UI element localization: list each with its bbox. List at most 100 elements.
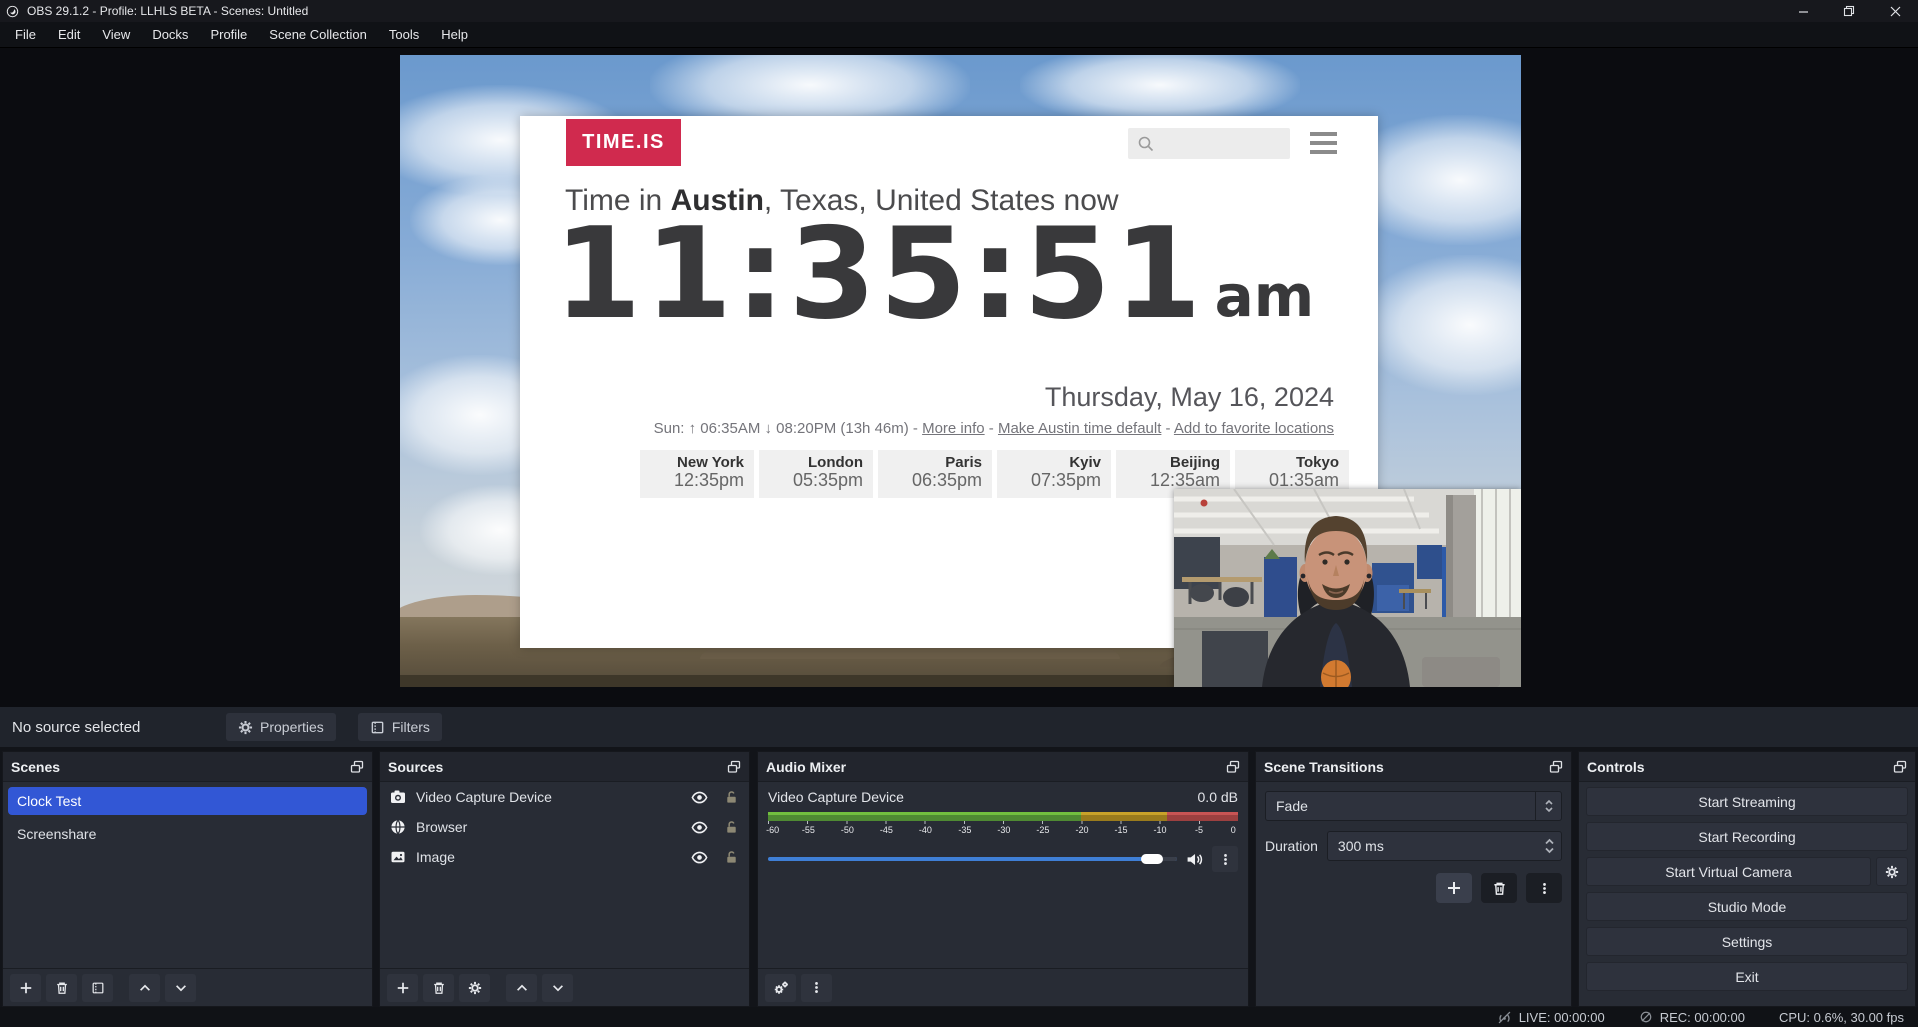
meter-tick-labels: -60 -55 -50 -45 -40 -35 -30 -25 -20 -15 … [768,825,1238,837]
scenes-toolbar [3,968,372,1006]
filters-button[interactable]: Filters [358,713,442,741]
source-row-video-capture[interactable]: Video Capture Device [380,782,749,812]
menu-help[interactable]: Help [430,22,479,48]
window-title: OBS 29.1.2 - Profile: LLHLS BETA - Scene… [27,4,308,18]
separator: - [985,420,998,437]
popout-icon[interactable] [1893,760,1907,774]
start-recording-button[interactable]: Start Recording [1586,822,1908,851]
rec-inactive-icon [1639,1010,1653,1024]
popout-icon[interactable] [1226,760,1240,774]
start-streaming-button[interactable]: Start Streaming [1586,787,1908,816]
start-virtual-camera-button[interactable]: Start Virtual Camera [1586,857,1871,886]
remove-source-button[interactable] [423,974,454,1002]
sources-title: Sources [388,759,443,775]
kebab-icon [1219,853,1232,866]
add-source-button[interactable] [387,974,418,1002]
live-timer: LIVE: 00:00:00 [1519,1010,1605,1025]
source-label: Browser [416,819,467,835]
camera-icon [390,789,406,805]
sources-dock: Sources Video Capture Device [379,751,750,1007]
menu-view[interactable]: View [91,22,141,48]
timeis-logo: TIME.IS [566,119,681,166]
gear-icon [468,981,482,995]
mixer-options-button[interactable] [1212,846,1238,872]
lock-open-icon[interactable] [724,850,739,865]
popout-icon[interactable] [350,760,364,774]
audio-mixer-body: Video Capture Device 0.0 dB -60 -55 -50 … [758,782,1248,968]
studio-mode-button[interactable]: Studio Mode [1586,892,1908,921]
speaker-icon[interactable] [1186,851,1203,868]
scene-down-button[interactable] [165,974,196,1002]
image-icon [390,849,406,865]
scene-up-button[interactable] [129,974,160,1002]
popout-icon[interactable] [1549,760,1563,774]
transition-select[interactable]: Fade [1265,791,1562,821]
menubar: File Edit View Docks Profile Scene Colle… [0,22,1918,48]
restore-icon [1843,5,1855,17]
popout-icon[interactable] [727,760,741,774]
eye-icon[interactable] [691,849,708,866]
volume-slider[interactable] [768,857,1177,861]
minimize-button[interactable] [1780,0,1826,22]
trash-icon [432,981,446,995]
close-button[interactable] [1872,0,1918,22]
scene-item-screenshare[interactable]: Screenshare [8,820,367,848]
lock-open-icon[interactable] [724,820,739,835]
transition-properties-button[interactable] [1526,873,1562,903]
preview-canvas[interactable]: TIME.IS Time in Austin, Texas, United St… [400,55,1521,687]
globe-icon [390,819,406,835]
add-scene-button[interactable] [10,974,41,1002]
scene-transitions-title: Scene Transitions [1264,759,1384,775]
titlebar[interactable]: OBS 29.1.2 - Profile: LLHLS BETA - Scene… [0,0,1918,22]
remove-scene-button[interactable] [46,974,77,1002]
advanced-audio-button[interactable] [765,974,796,1002]
scenes-dock: Scenes Clock Test Screenshare [2,751,373,1007]
add-transition-button[interactable] [1436,873,1472,903]
controls-header[interactable]: Controls [1579,752,1915,782]
sources-header[interactable]: Sources [380,752,749,782]
menu-profile[interactable]: Profile [199,22,258,48]
volume-slider-handle[interactable] [1141,854,1163,864]
settings-button[interactable]: Settings [1586,927,1908,956]
menu-scene-collection[interactable]: Scene Collection [258,22,378,48]
menu-file[interactable]: File [4,22,47,48]
source-toolbar: No source selected Properties Filters [0,707,1918,747]
eye-icon[interactable] [691,789,708,806]
webcam-video [1174,489,1521,687]
city-name: Tokyo [1235,454,1339,471]
menu-edit[interactable]: Edit [47,22,91,48]
scene-filters-button[interactable] [82,974,113,1002]
remove-transition-button[interactable] [1481,873,1517,903]
eye-icon[interactable] [691,819,708,836]
scenes-header[interactable]: Scenes [3,752,372,782]
city-box: Kyiv 07:35pm [997,450,1111,498]
restore-button[interactable] [1826,0,1872,22]
source-row-image[interactable]: Image [380,842,749,872]
source-down-button[interactable] [542,974,573,1002]
rec-timer: REC: 00:00:00 [1660,1010,1745,1025]
chevron-up-icon [515,981,529,995]
properties-button[interactable]: Properties [226,713,336,741]
separator: - [909,420,922,437]
scene-item-clock-test[interactable]: Clock Test [8,787,367,815]
meter-tickmarks [768,821,1238,824]
lock-open-icon[interactable] [724,790,739,805]
kebab-icon [810,981,823,994]
source-row-browser[interactable]: Browser [380,812,749,842]
source-properties-button[interactable] [459,974,490,1002]
spin-arrows-icon[interactable] [1544,837,1555,855]
audio-mixer-header[interactable]: Audio Mixer [758,752,1248,782]
menu-tools[interactable]: Tools [378,22,430,48]
search-icon [1137,135,1155,153]
duration-label: Duration [1265,838,1318,854]
source-up-button[interactable] [506,974,537,1002]
date-text: Thursday, May 16, 2024 [1045,382,1334,413]
exit-button[interactable]: Exit [1586,962,1908,991]
mixer-menu-button[interactable] [801,974,832,1002]
duration-spinbox[interactable]: 300 ms [1327,831,1562,861]
city-time: 07:35pm [997,471,1101,491]
virtual-camera-config-button[interactable] [1876,857,1908,886]
menu-docks[interactable]: Docks [141,22,199,48]
controls-title: Controls [1587,759,1645,775]
scene-transitions-header[interactable]: Scene Transitions [1256,752,1571,782]
